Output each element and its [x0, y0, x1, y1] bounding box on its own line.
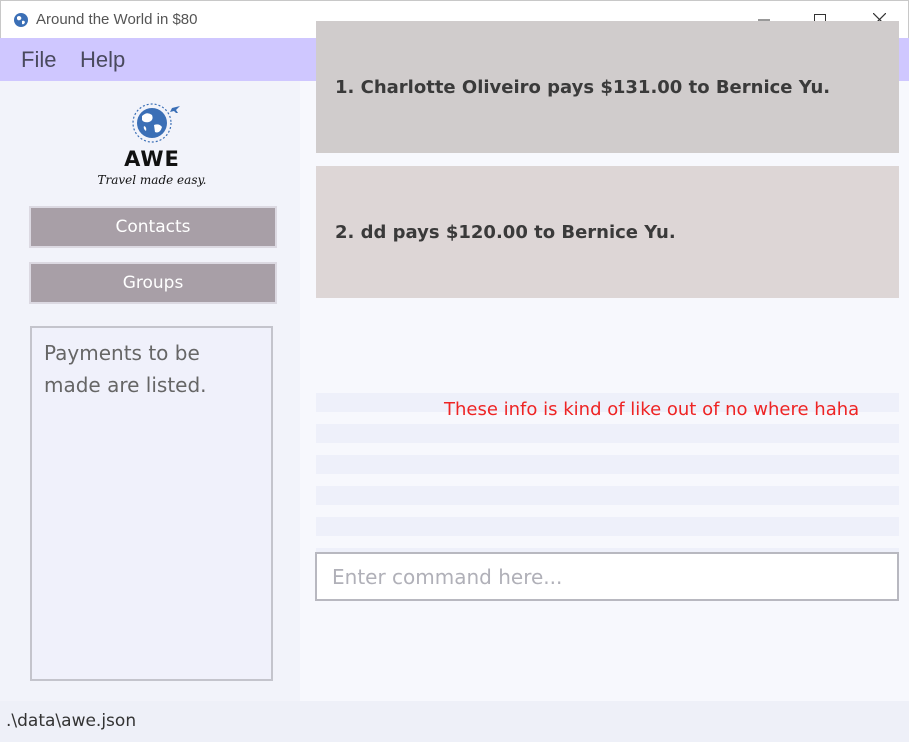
info-panel: Payments to be made are listed.: [30, 326, 273, 681]
logo-brand: AWE: [124, 147, 180, 171]
groups-button[interactable]: Groups: [29, 262, 277, 304]
file-path: .\data\awe.json: [6, 711, 137, 731]
empty-list-row: [316, 486, 899, 505]
globe-plane-icon: [132, 103, 180, 143]
contacts-button[interactable]: Contacts: [29, 206, 277, 248]
menu-help[interactable]: Help: [80, 47, 125, 73]
payment-text: 1. Charlotte Oliveiro pays $131.00 to Be…: [335, 76, 831, 98]
status-bar: .\data\awe.json: [0, 701, 909, 742]
payment-text: 2. dd pays $120.00 to Bernice Yu.: [335, 221, 676, 243]
app-logo: AWE Travel made easy.: [96, 99, 208, 191]
list-item[interactable]: 1. Charlotte Oliveiro pays $131.00 to Be…: [316, 21, 899, 153]
globe-icon: [14, 13, 28, 27]
empty-list-row: [316, 517, 899, 536]
info-text: Payments to be made are listed.: [44, 341, 207, 397]
list-item[interactable]: 2. dd pays $120.00 to Bernice Yu.: [316, 166, 899, 298]
command-input[interactable]: [315, 552, 899, 601]
sidebar: AWE Travel made easy. Contacts Groups Pa…: [0, 81, 300, 701]
annotation-text: These info is kind of like out of no whe…: [444, 399, 860, 420]
empty-list-row: [316, 455, 899, 474]
window-title: Around the World in $80: [36, 11, 198, 28]
logo-tagline: Travel made easy.: [97, 173, 207, 187]
empty-list-row: [316, 424, 899, 443]
menu-file[interactable]: File: [21, 47, 56, 73]
